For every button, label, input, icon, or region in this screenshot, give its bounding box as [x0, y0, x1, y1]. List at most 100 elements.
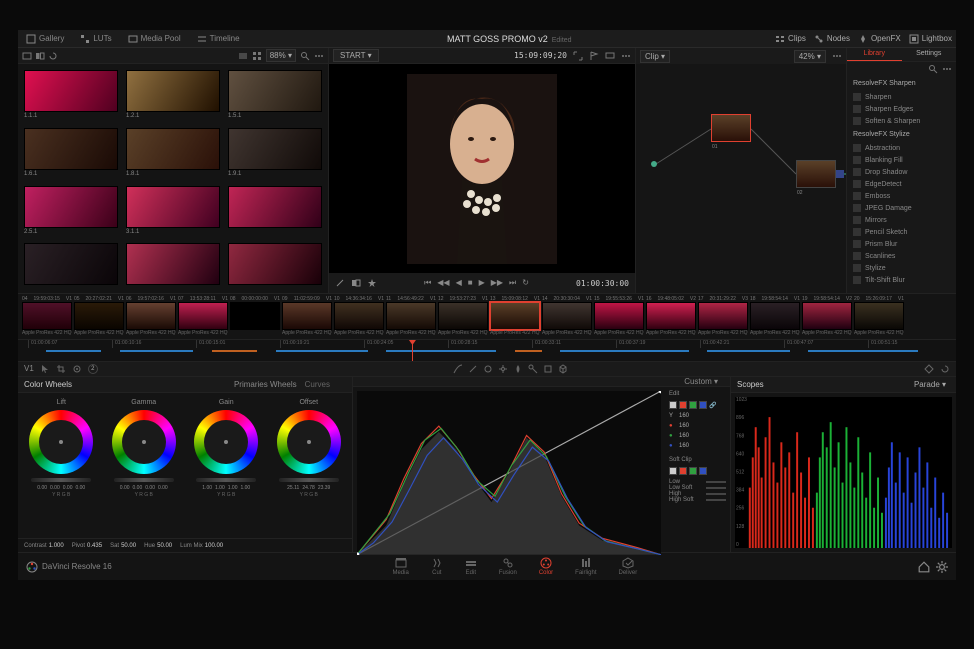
clip-thumb[interactable]: 1315:09:08:12V1Apple ProRes 422 HQ — [490, 296, 540, 337]
play-icon[interactable]: ▶ — [479, 278, 485, 288]
wheel-control[interactable] — [29, 410, 93, 474]
library-item[interactable]: EdgeDetect — [847, 178, 956, 190]
wheel-slider[interactable] — [31, 478, 91, 482]
btn-nodes[interactable]: Nodes — [814, 34, 850, 44]
wheels-mode[interactable]: Primaries Wheels — [234, 380, 297, 389]
library-item[interactable]: Sharpen Edges — [847, 103, 956, 115]
library-tab-library[interactable]: Library — [847, 48, 902, 61]
link-icon[interactable]: 🔗 — [709, 402, 716, 409]
chan-g[interactable] — [689, 401, 697, 409]
library-item[interactable]: Stylize — [847, 262, 956, 274]
library-item[interactable]: Pencil Sketch — [847, 226, 956, 238]
param-lum-mix[interactable]: Lum Mix100.00 — [180, 543, 223, 549]
gallery-thumb[interactable]: 3.1.1 — [126, 186, 220, 236]
param-sat[interactable]: Sat50.00 — [110, 543, 136, 549]
library-item[interactable]: Tilt-Shift Blur — [847, 274, 956, 286]
sizing-tool-icon[interactable] — [543, 364, 553, 374]
node-mode-select[interactable]: Clip ▾ — [640, 50, 670, 63]
more-icon[interactable] — [314, 51, 324, 61]
chan-g-val[interactable]: 160 — [679, 433, 689, 439]
curves-tab-label[interactable]: Curves — [305, 380, 330, 389]
curves-mode-select[interactable]: Custom ▾ — [684, 377, 718, 386]
reset-icon[interactable] — [48, 51, 58, 61]
search-icon[interactable] — [300, 51, 310, 61]
wheel-slider[interactable] — [196, 478, 256, 482]
chan-r-val[interactable]: 160 — [679, 423, 689, 429]
reset-tool-icon[interactable] — [940, 364, 950, 374]
gallery-thumb[interactable]: 1.1.1 — [24, 70, 118, 120]
compare-icon[interactable] — [35, 51, 45, 61]
library-item[interactable]: Emboss — [847, 190, 956, 202]
search-icon[interactable] — [928, 64, 938, 74]
node-1[interactable]: 01 — [711, 114, 751, 142]
clip-thumb[interactable]: 0800:00:00:00V1 — [230, 296, 280, 337]
flag-icon[interactable] — [589, 51, 599, 61]
viewer-image[interactable] — [329, 64, 635, 273]
sc-y[interactable] — [669, 467, 677, 475]
page-media[interactable]: Media — [392, 557, 408, 576]
crop-icon[interactable] — [56, 364, 66, 374]
gallery-thumb[interactable]: 1.9.1 — [228, 128, 322, 178]
library-item[interactable]: Mirrors — [847, 214, 956, 226]
wheel-control[interactable] — [112, 410, 176, 474]
clip-thumb[interactable]: 1420:30:30:04V1Apple ProRes 422 HQ — [542, 296, 592, 337]
gallery-thumb[interactable]: 1.6.1 — [24, 128, 118, 178]
stop-icon[interactable]: ■ — [468, 278, 473, 288]
clip-thumb[interactable]: 2015:26:09:17V1Apple ProRes 422 HQ — [854, 296, 904, 337]
btn-lightbox[interactable]: Lightbox — [909, 34, 952, 44]
clip-thumb[interactable]: 0713:53:28:11V1Apple ProRes 422 HQ — [178, 296, 228, 337]
wheel-slider[interactable] — [114, 478, 174, 482]
softclip-high-soft[interactable]: High Soft — [669, 497, 726, 503]
clip-thumb[interactable]: 0619:57:02:16V1Apple ProRes 422 HQ — [126, 296, 176, 337]
wheel-values[interactable]: 1.001.001.001.00 — [202, 485, 250, 491]
play-reverse-icon[interactable]: ◀ — [456, 278, 462, 288]
param-contrast[interactable]: Contrast1.000 — [24, 543, 64, 549]
sc-b[interactable] — [699, 467, 707, 475]
step-fwd-icon[interactable]: ▶▶ — [491, 278, 503, 288]
step-back-icon[interactable]: ◀◀ — [437, 278, 449, 288]
gallery-thumb[interactable] — [126, 243, 220, 287]
expand-icon[interactable] — [573, 51, 583, 61]
page-fusion[interactable]: Fusion — [499, 557, 517, 576]
gallery-thumb[interactable]: 1.5.1 — [228, 70, 322, 120]
gallery-thumb[interactable]: 1.8.1 — [126, 128, 220, 178]
clip-thumb[interactable]: 1114:56:49:22V1Apple ProRes 422 HQ — [386, 296, 436, 337]
wipe-icon[interactable] — [351, 278, 361, 288]
viewer-zoom[interactable]: 42% ▾ — [794, 50, 826, 63]
curves-canvas[interactable] — [357, 391, 661, 555]
qualifier-tool-icon[interactable] — [468, 364, 478, 374]
clip-thumb[interactable]: 0419:59:03:15V1Apple ProRes 422 HQ — [22, 296, 72, 337]
clip-thumb[interactable]: 1519:55:53:26V1Apple ProRes 422 HQ — [594, 296, 644, 337]
gallery-thumb[interactable]: 1.2.1 — [126, 70, 220, 120]
clip-thumb[interactable]: 1619:48:05:02V2Apple ProRes 422 HQ — [646, 296, 696, 337]
clip-thumb[interactable]: 1919:58:54:14V2Apple ProRes 422 HQ — [802, 296, 852, 337]
btn-openfx[interactable]: OpenFX — [858, 34, 901, 44]
node-2[interactable]: 02 — [796, 160, 836, 188]
monitor-icon[interactable] — [605, 51, 615, 61]
wheel-values[interactable]: 0.000.000.000.00 — [120, 485, 168, 491]
qualifier-icon[interactable] — [335, 278, 345, 288]
gallery-thumb[interactable] — [228, 186, 322, 236]
tab-gallery[interactable]: Gallery — [22, 32, 68, 46]
clip-thumb[interactable]: 1720:31:29:22V3Apple ProRes 422 HQ — [698, 296, 748, 337]
viewer-mode-select[interactable]: START ▾ — [333, 49, 379, 62]
playhead[interactable] — [412, 340, 413, 361]
gallery-thumb[interactable] — [228, 243, 322, 287]
tracker-icon[interactable] — [72, 364, 82, 374]
library-item[interactable]: Sharpen — [847, 91, 956, 103]
list-view-icon[interactable] — [238, 51, 248, 61]
chan-y-val[interactable]: 160 — [679, 413, 689, 419]
more-icon[interactable] — [942, 64, 952, 74]
3d-tool-icon[interactable] — [558, 364, 568, 374]
library-item[interactable]: Soften & Sharpen — [847, 115, 956, 127]
chan-b-val[interactable]: 160 — [679, 443, 689, 449]
page-edit[interactable]: Edit — [465, 557, 477, 576]
page-deliver[interactable]: Deliver — [619, 557, 638, 576]
clip-thumb[interactable]: 0911:02:59:09V1Apple ProRes 422 HQ — [282, 296, 332, 337]
wheel-values[interactable]: 0.000.000.000.00 — [37, 485, 85, 491]
zoom-select[interactable]: 88% ▾ — [266, 49, 296, 62]
clip-thumb[interactable]: 1819:58:54:14V1Apple ProRes 422 HQ — [750, 296, 800, 337]
tab-timeline[interactable]: Timeline — [193, 32, 244, 46]
blur-tool-icon[interactable] — [513, 364, 523, 374]
library-item[interactable]: Blanking Fill — [847, 154, 956, 166]
